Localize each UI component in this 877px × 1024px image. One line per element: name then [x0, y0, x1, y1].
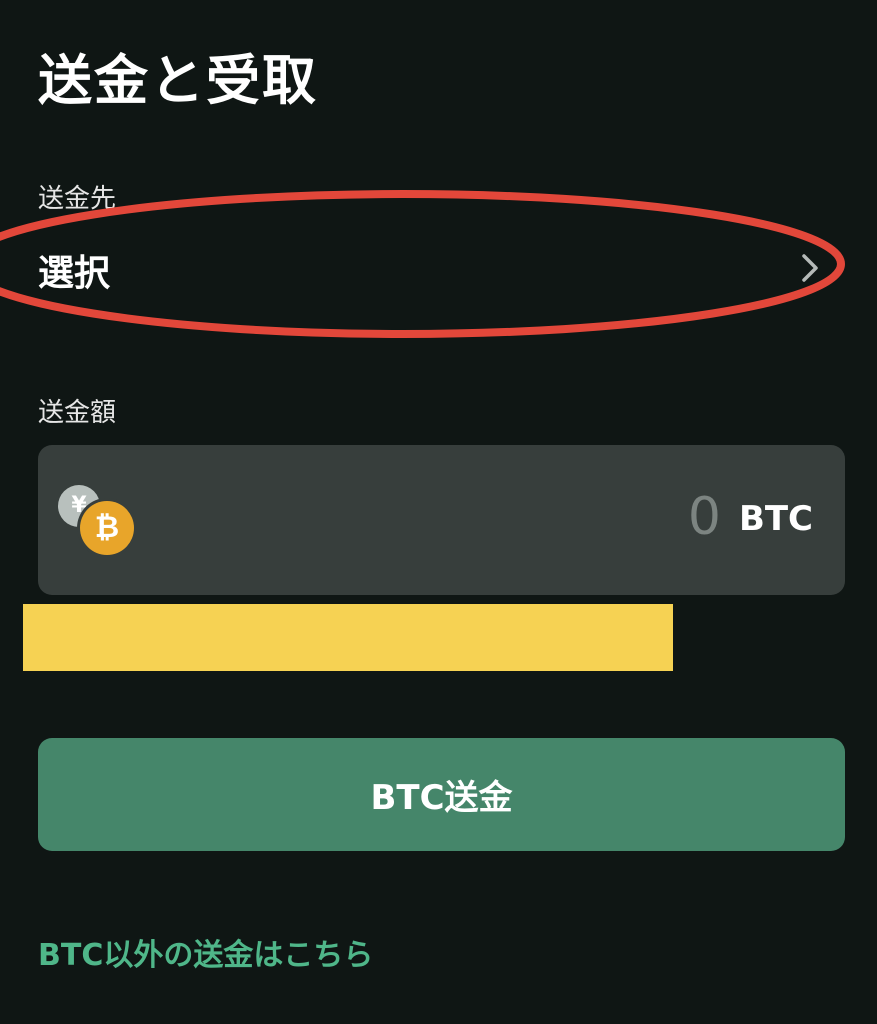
chevron-right-icon [802, 254, 818, 282]
other-currency-send-link[interactable]: BTC以外の送金はこちら [38, 930, 373, 974]
redaction-block [23, 604, 673, 671]
send-receive-screen: 送金と受取 送金先 選択 送金額 ¥ ₿ 0 BTC BTC送金 BTC以外の送… [0, 0, 877, 1024]
destination-select-text: 選択 [38, 253, 111, 294]
amount-unit: BTC [738, 499, 813, 539]
bitcoin-coin-icon: ₿ [80, 501, 134, 555]
destination-label: 送金先 [38, 184, 117, 214]
amount-label: 送金額 [38, 398, 117, 428]
page-title: 送金と受取 [38, 49, 318, 112]
amount-input[interactable]: ¥ ₿ 0 BTC [38, 445, 845, 595]
amount-value: 0 [687, 487, 721, 547]
destination-select-row[interactable]: 選択 [0, 232, 877, 304]
btc-send-button[interactable]: BTC送金 [38, 738, 845, 851]
